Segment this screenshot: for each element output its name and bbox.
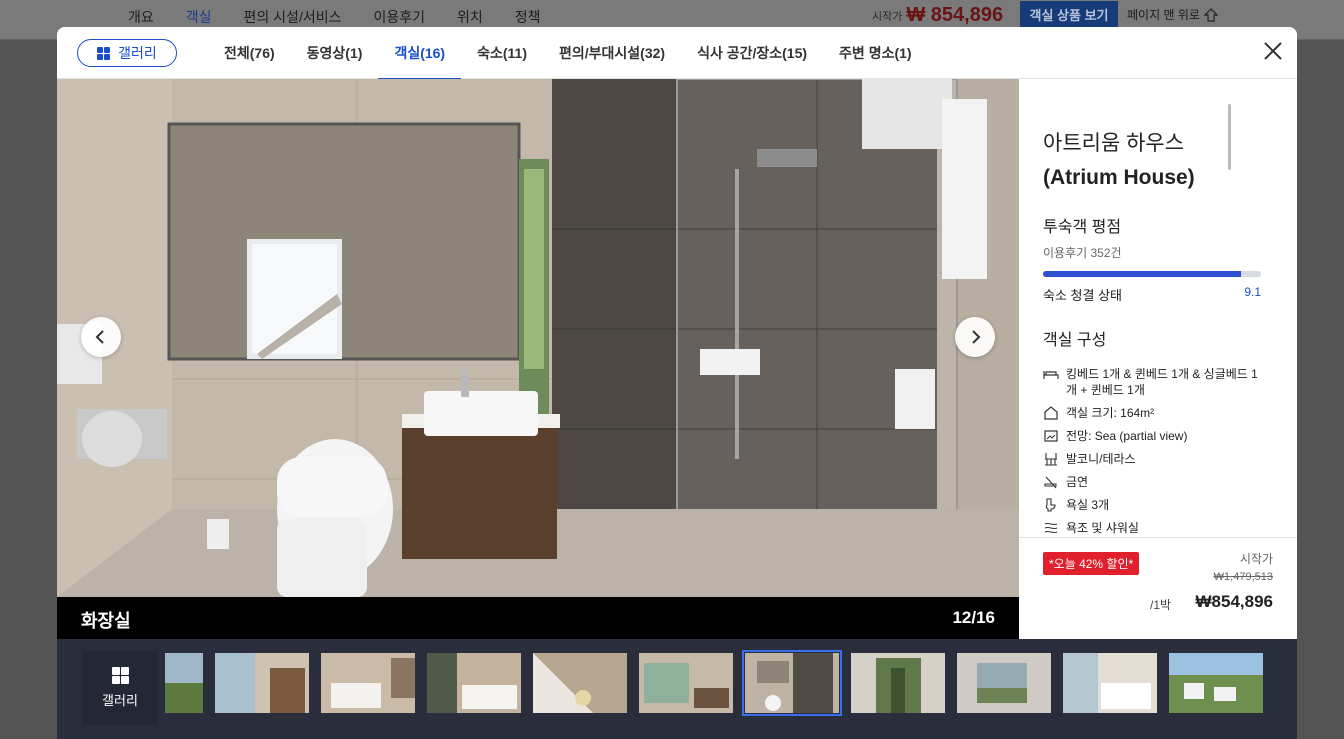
cleanliness-label: 숙소 청결 상태 — [1043, 288, 1122, 303]
photo-counter: 12/16 — [952, 608, 995, 627]
thumbnail-selected[interactable] — [742, 650, 842, 716]
balcony-icon — [1045, 453, 1057, 466]
feature-text: 욕실 3개 — [1066, 498, 1110, 512]
thumbnail[interactable] — [957, 653, 1051, 713]
back-to-top-label: 페이지 맨 위로 — [1127, 8, 1200, 22]
feature-item: 금연 — [1043, 474, 1261, 490]
gallery-button[interactable]: 갤러리 — [77, 39, 177, 67]
tab-property[interactable]: 숙소(11) — [461, 27, 543, 79]
cleanliness-bar — [1043, 271, 1261, 277]
thumbnail[interactable] — [851, 653, 945, 713]
bg-tab-policy[interactable]: 정책 — [515, 7, 541, 27]
photo-gallery-modal: 갤러리 전체(76) 동영상(1) 객실(16) 숙소(11) 편의/부대시설(… — [57, 27, 1297, 639]
thumbnail-strip: 갤러리 — [57, 639, 1297, 739]
back-to-top-link[interactable]: 페이지 맨 위로 — [1127, 6, 1218, 23]
feature-item: 킹베드 1개 & 퀸베드 1개 & 싱글베드 1개 + 퀸베드 1개 — [1043, 366, 1261, 398]
tab-nearby[interactable]: 주변 명소(1) — [823, 27, 928, 79]
tab-amenities[interactable]: 편의/부대시설(32) — [543, 27, 681, 79]
house-size-icon — [1044, 406, 1058, 420]
feature-text: 욕조 및 샤워실 — [1066, 521, 1139, 535]
thumbnail[interactable] — [215, 653, 309, 713]
feature-item: 욕실 3개 — [1043, 497, 1261, 513]
bg-tab-location[interactable]: 위치 — [457, 7, 483, 27]
bg-tab-facilities[interactable]: 편의 시설/서비스 — [244, 7, 342, 27]
bathroom-photo — [57, 79, 1019, 597]
gallery-header: 갤러리 전체(76) 동영상(1) 객실(16) 숙소(11) 편의/부대시설(… — [57, 27, 1297, 80]
grid-icon — [111, 667, 129, 684]
chevron-left-icon — [95, 330, 104, 344]
background-tabs: 개요 객실 편의 시설/서비스 이용후기 위치 정책 — [128, 7, 573, 27]
property-side-panel: 아트리움 하우스 (Atrium House) 투숙객 평점 이용후기 352건… — [1019, 79, 1297, 639]
thumbnail[interactable] — [1169, 653, 1263, 713]
strip-gallery-button[interactable]: 갤러리 — [82, 651, 158, 725]
bg-price-value: ₩ 854,896 — [906, 4, 1004, 26]
thumbnail[interactable] — [639, 653, 733, 713]
close-icon[interactable] — [1261, 39, 1285, 63]
per-night-label: /1박 — [1150, 598, 1172, 612]
side-panel-scrollbar[interactable] — [1228, 104, 1231, 170]
next-photo-button[interactable] — [955, 317, 995, 357]
tab-rooms[interactable]: 객실(16) — [378, 27, 461, 80]
price-box: *오늘 42% 할인* 시작가 ₩1,479,513 /1박 ₩854,896 — [1019, 537, 1297, 639]
prev-photo-button[interactable] — [81, 317, 121, 357]
bg-tab-reviews[interactable]: 이용후기 — [373, 7, 425, 27]
category-tabs: 전체(76) 동영상(1) 객실(16) 숙소(11) 편의/부대시설(32) … — [208, 27, 928, 80]
feature-item: 욕조 및 샤워실 — [1043, 520, 1261, 535]
thumbnail[interactable] — [427, 653, 521, 713]
tab-all[interactable]: 전체(76) — [208, 27, 291, 79]
room-config-title: 객실 구성 — [1043, 332, 1107, 349]
arrow-up-icon — [1203, 7, 1218, 22]
thumbnail[interactable] — [1063, 653, 1157, 713]
main-photo — [57, 79, 1019, 597]
bg-tab-overview[interactable]: 개요 — [128, 7, 154, 27]
photo-caption: 화장실 — [81, 611, 131, 631]
feature-text: 금연 — [1066, 475, 1089, 489]
cleanliness-score: 9.1 — [1244, 285, 1261, 299]
bg-tab-rooms[interactable]: 객실 — [186, 7, 212, 27]
thumbnail[interactable] — [533, 653, 627, 713]
cleanliness-row: 숙소 청결 상태 9.1 — [1043, 285, 1261, 304]
shower-icon — [1044, 522, 1058, 534]
tab-dining[interactable]: 식사 공간/장소(15) — [681, 27, 823, 79]
discount-badge: *오늘 42% 할인* — [1043, 552, 1140, 575]
bg-price-from-label: 시작가 — [872, 10, 903, 23]
current-price: ₩854,896 — [1195, 592, 1274, 611]
review-count[interactable]: 이용후기 352건 — [1043, 244, 1261, 261]
no-smoking-icon — [1044, 476, 1057, 489]
view-icon — [1044, 430, 1058, 442]
cleanliness-bar-fill — [1043, 271, 1242, 277]
room-features: 킹베드 1개 & 퀸베드 1개 & 싱글베드 1개 + 퀸베드 1개 객실 크기… — [1043, 366, 1261, 535]
chevron-right-icon — [972, 330, 981, 344]
feature-item: 전망: Sea (partial view) — [1043, 428, 1261, 444]
view-room-offers-button[interactable]: 객실 상품 보기 — [1020, 1, 1118, 27]
feature-text: 킹베드 1개 & 퀸베드 1개 & 싱글베드 1개 + 퀸베드 1개 — [1066, 367, 1258, 397]
tab-video[interactable]: 동영상(1) — [291, 27, 379, 79]
original-price: ₩1,479,513 — [1213, 571, 1273, 583]
strip-gallery-label: 갤러리 — [102, 693, 138, 708]
bg-price: 시작가 ₩ 854,896 — [872, 4, 1003, 27]
feature-text: 전망: Sea (partial view) — [1066, 429, 1188, 443]
bed-icon — [1043, 371, 1059, 379]
grid-icon — [97, 46, 111, 60]
photo-caption-bar: 화장실 12/16 — [57, 597, 1019, 639]
property-details: 아트리움 하우스 (Atrium House) 투숙객 평점 이용후기 352건… — [1019, 79, 1297, 535]
feature-text: 발코니/테라스 — [1066, 452, 1136, 466]
thumbnail[interactable] — [321, 653, 415, 713]
feature-text: 객실 크기: 164m² — [1066, 406, 1155, 420]
toilet-icon — [1045, 498, 1056, 512]
rating-title: 투숙객 평점 — [1043, 219, 1122, 236]
gallery-button-label: 갤러리 — [118, 45, 157, 61]
feature-item: 발코니/테라스 — [1043, 451, 1261, 467]
thumbnail[interactable] — [165, 653, 203, 713]
price-from-label: 시작가 — [1239, 552, 1273, 566]
feature-item: 객실 크기: 164m² — [1043, 405, 1261, 421]
